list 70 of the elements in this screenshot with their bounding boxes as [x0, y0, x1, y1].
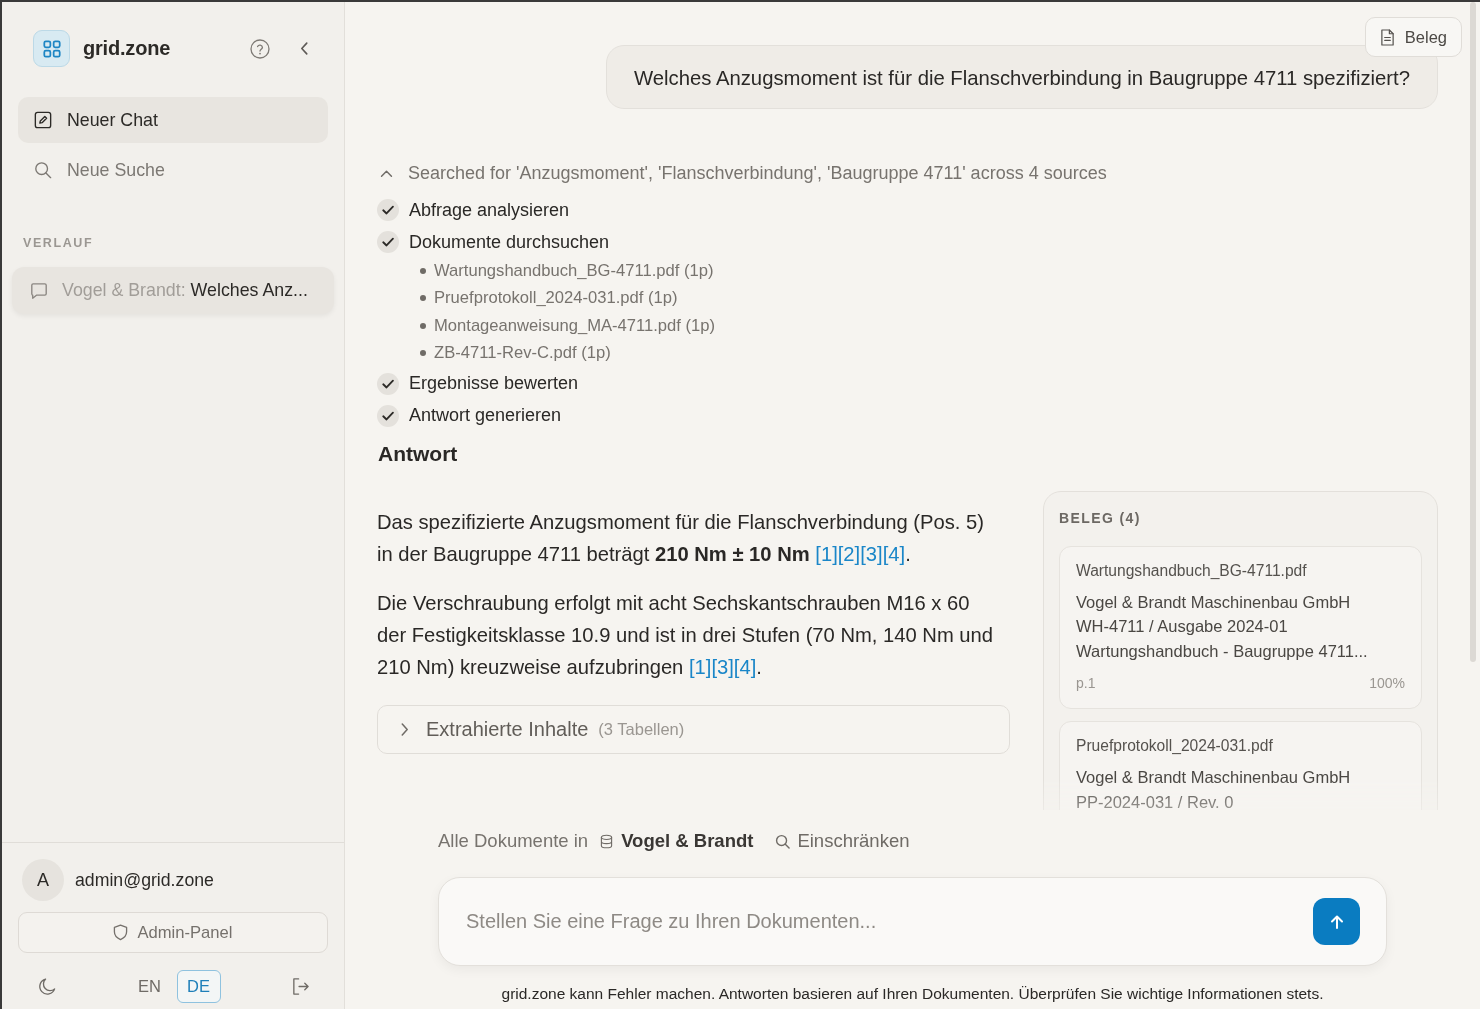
citation-link[interactable]: [3] [860, 542, 883, 565]
citation-link[interactable]: [4] [733, 655, 757, 678]
database-icon [600, 833, 614, 849]
evidence-excerpt-line: Vogel & Brandt Maschinenbau GmbH [1076, 767, 1352, 789]
chat-bubble-icon [30, 281, 48, 300]
language-button[interactable]: EN [127, 970, 172, 1003]
scope-label: Alle Dokumente in [438, 830, 589, 852]
history-item[interactable]: Vogel & Brandt: Welches Anz... [12, 267, 334, 314]
evidence-excerpt-line: PP-2024-031 / Rev. 0 [1076, 791, 1235, 810]
admin-panel-button[interactable]: Admin-Panel [18, 912, 328, 953]
citation-link[interactable]: [4] [882, 542, 906, 565]
evidence-button[interactable]: Beleg [1364, 17, 1462, 57]
send-button[interactable] [1313, 898, 1360, 945]
evidence-card[interactable]: Pruefprotokoll_2024-031.pdf Vogel & Brandt Maschinenbau GmbH PP-2024-031 / Rev. 0 [1059, 721, 1422, 810]
scrollbar-thumb[interactable] [1470, 2, 1476, 662]
evidence-excerpt-line: Wartungshandbuch - Baugruppe 4711... [1076, 640, 1369, 662]
answer-heading: Antwort [377, 441, 459, 466]
brand-name: grid.zone [83, 37, 171, 60]
document-name: Montageanweisung_MA-4711.pdf (1p) [434, 315, 716, 336]
moon-icon[interactable] [38, 977, 57, 996]
question-input[interactable]: Stellen Sie eine Frage zu Ihren Dokumenten... [438, 877, 1387, 966]
citation-link[interactable]: [2] [837, 542, 861, 565]
disclaimer-text: grid.zone kann Fehler machen. Antworten basieren auf Ihren Dokumenten. Überprüfen Sie wichtige Informationen stets. [501, 985, 1324, 1003]
evidence-file-name: Pruefprotokoll_2024-031.pdf [1076, 736, 1274, 757]
search-icon [775, 833, 791, 849]
evidence-score: 100% [1369, 674, 1405, 693]
extracted-content-toggle[interactable]: Extrahierte Inhalte (3 Tabellen) [377, 704, 1010, 754]
chevron-right-icon [400, 721, 409, 737]
shield-icon [113, 924, 129, 941]
arrow-up-icon [1328, 913, 1345, 930]
evidence-excerpt-line: WH-4711 / Ausgabe 2024-01 [1076, 616, 1289, 638]
document-icon [1379, 28, 1395, 46]
bullet-icon [420, 349, 426, 356]
logout-icon[interactable] [291, 977, 310, 996]
step-label: Antwort generieren [409, 405, 562, 427]
evidence-excerpt-line: Vogel & Brandt Maschinenbau GmbH [1076, 591, 1352, 613]
edit-icon [34, 111, 52, 129]
document-name: ZB-4711-Rev-C.pdf (1p) [434, 342, 611, 363]
document-name: Pruefprotokoll_2024-031.pdf (1p) [434, 288, 678, 309]
answer-paragraph: Die Verschraubung erfolgt mit acht Sechskantschrauben M16 x 60 der Festigkeitsklasse 10.9 und ist in drei Stufen (70 Nm, 140 Nm und 210 Nm) kreuzweise aufzubringen [1][3][4]. [377, 590, 995, 680]
citation-link[interactable]: [3] [711, 655, 734, 678]
sidebar-nav-item[interactable]: Neue Suche [18, 147, 328, 193]
collapse-sidebar-icon[interactable] [300, 41, 309, 56]
step-label: Abfrage analysieren [409, 199, 570, 221]
user-question: Welches Anzugsmoment ist für die Flanschverbindung in Baugruppe 4711 spezifiziert? [606, 45, 1438, 109]
step-label: Ergebnisse bewerten [409, 373, 579, 395]
step-label: Dokumente durchsuchen [409, 231, 610, 253]
user-email: admin@grid.zone [75, 869, 214, 891]
answer-paragraph: Das spezifizierte Anzugsmoment für die Flanschverbindung (Pos. 5) in der Baugruppe 4711 beträgt 210 Nm ± 10 Nm [1][2][3][4]. [377, 509, 986, 567]
evidence-file-name: Wartungshandbuch_BG-4711.pdf [1076, 560, 1308, 581]
language-button[interactable]: DE [176, 970, 221, 1003]
document-name: Wartungshandbuch_BG-4711.pdf (1p) [434, 261, 714, 281]
help-icon[interactable] [250, 38, 270, 59]
sidebar-nav-item[interactable]: Neuer Chat [18, 97, 328, 143]
evidence-panel-title: BELEG (4) [1059, 508, 1142, 527]
bullet-icon [420, 322, 426, 329]
bullet-icon [420, 268, 426, 274]
citation-link[interactable]: [1] [815, 542, 838, 565]
search-summary-toggle[interactable]: Searched for 'Anzugsmoment', 'Flanschverbindung', 'Baugruppe 4711' across 4 sources [380, 161, 1107, 185]
filter-button[interactable]: Einschränken [775, 830, 910, 852]
search-icon [34, 161, 52, 179]
evidence-card[interactable]: Wartungshandbuch_BG-4711.pdf Vogel & Brandt Maschinenbau GmbH WH-4711 / Ausgabe 2024-01 Wartungshandbuch - Baugruppe 4711... p.1 100% [1059, 545, 1422, 710]
citation-link[interactable]: [1] [688, 655, 712, 678]
bullet-icon [420, 295, 426, 302]
avatar: A [22, 859, 64, 901]
workspace-selector[interactable]: Vogel & Brandt [600, 830, 754, 852]
evidence-page: p.1 [1076, 674, 1096, 693]
chevron-up-icon [380, 168, 393, 178]
history-heading: VERLAUF [23, 236, 94, 250]
grid-logo-icon [33, 30, 70, 67]
